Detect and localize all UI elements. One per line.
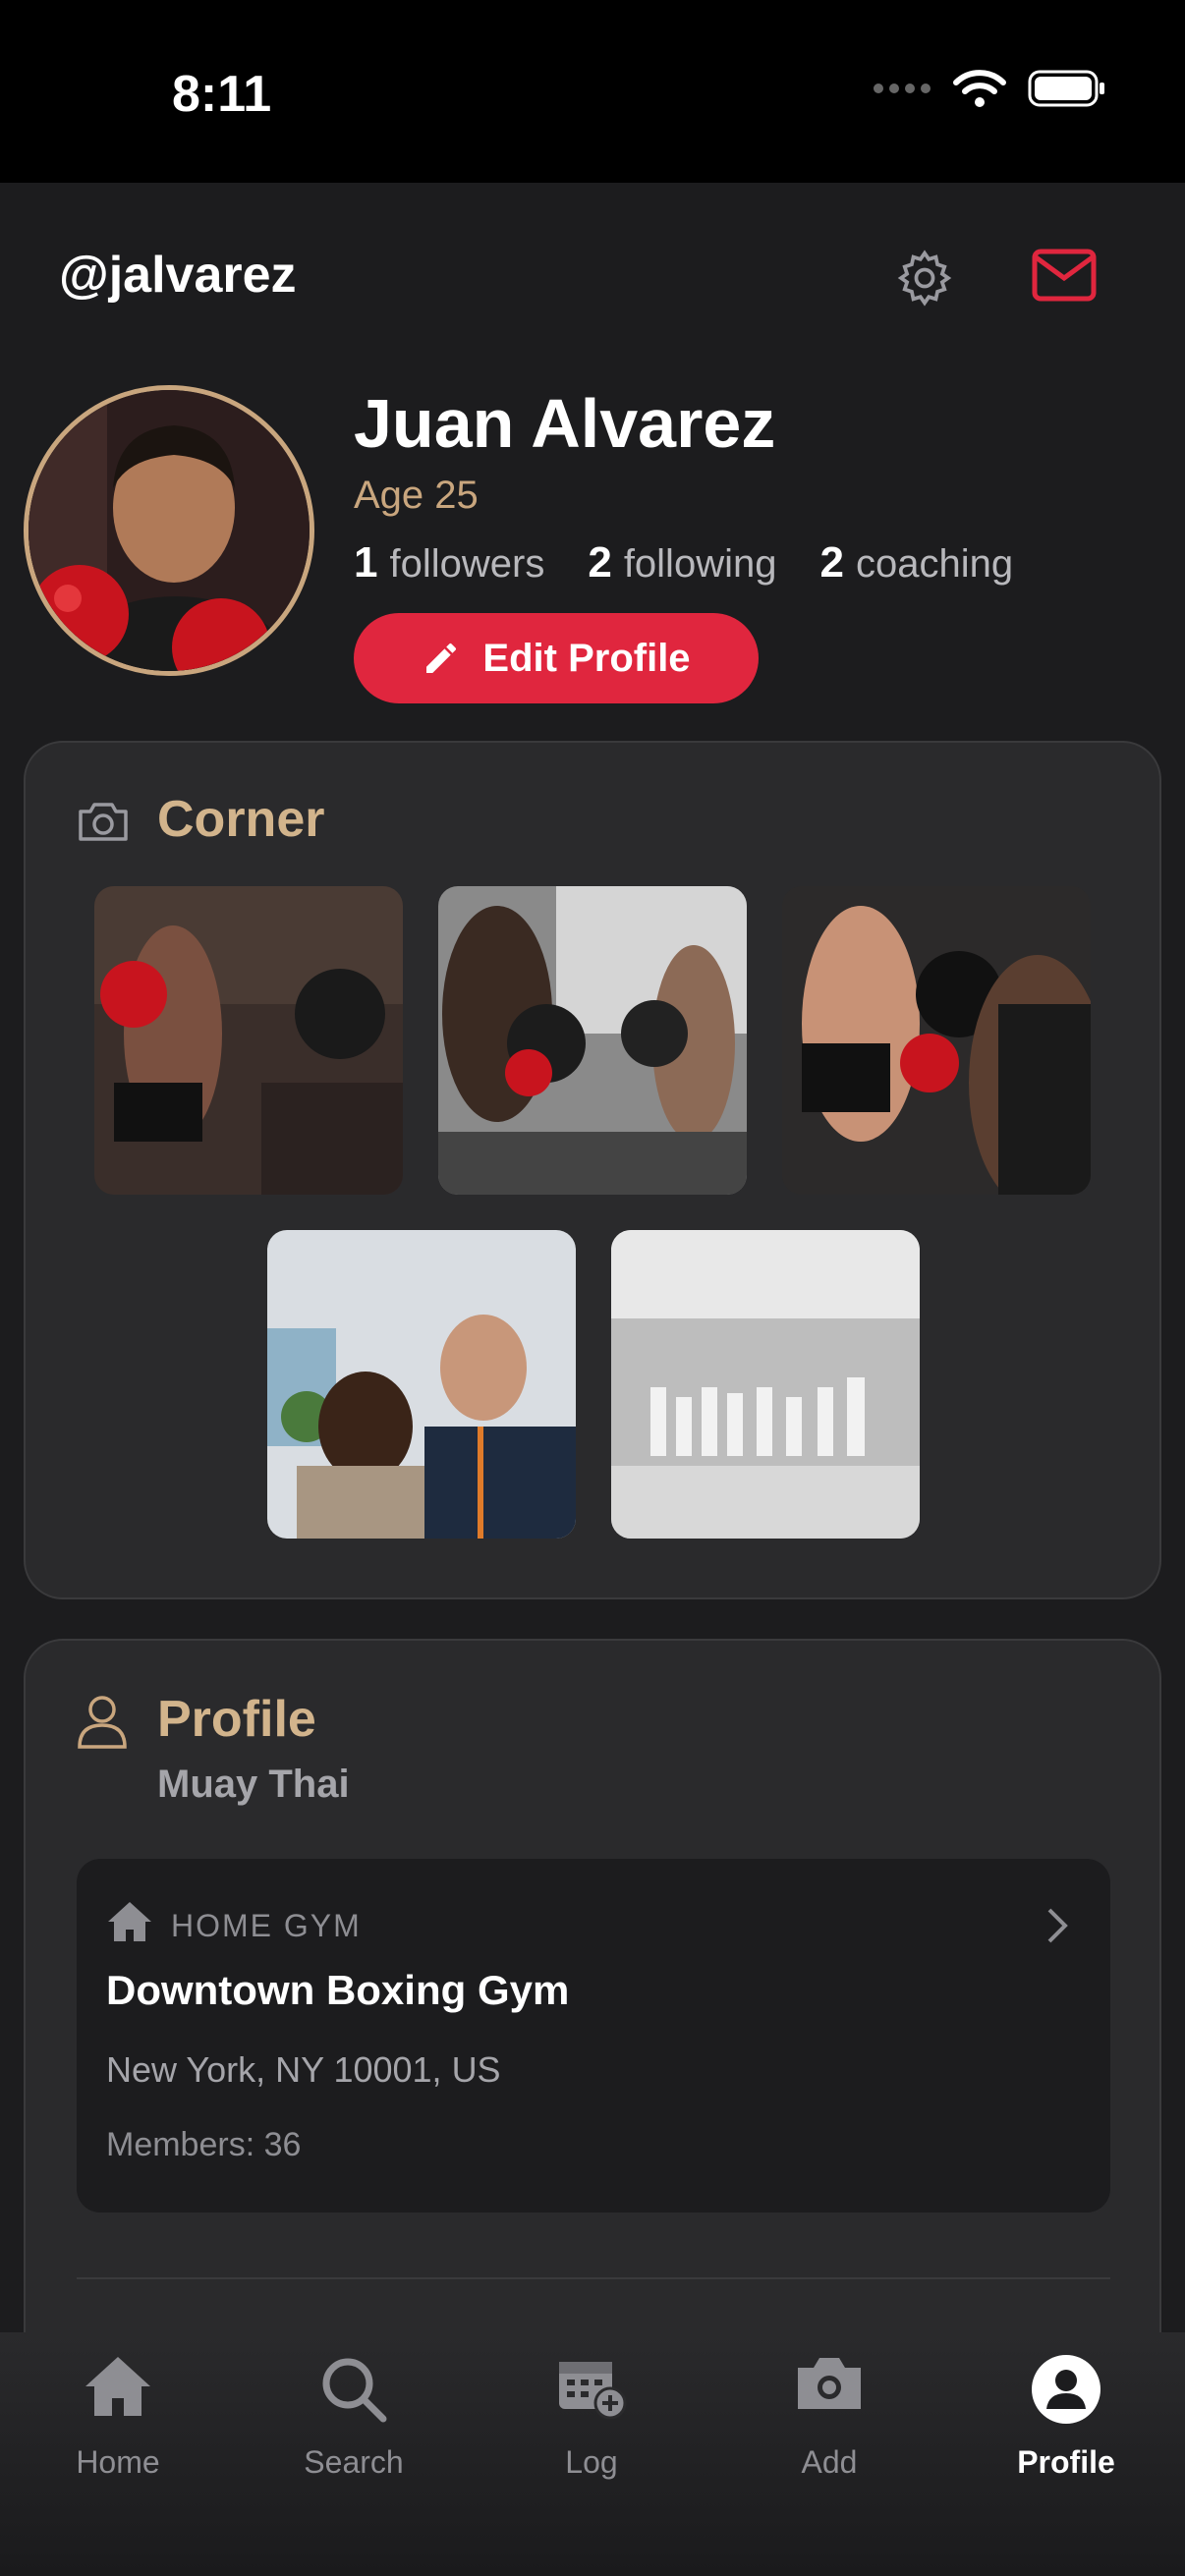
home-gym-card[interactable]: HOME GYM Downtown Boxing Gym New York, N… — [77, 1859, 1110, 2212]
edit-profile-button[interactable]: Edit Profile — [354, 613, 759, 703]
stat-following[interactable]: 2 following — [588, 538, 776, 588]
profile-card: Profile Muay Thai HOME GYM Downtown Boxi… — [24, 1639, 1161, 2332]
inbox-button[interactable] — [1030, 246, 1099, 305]
home-gym-name: Downtown Boxing Gym — [106, 1967, 570, 2013]
home-gym-label: HOME GYM — [171, 1908, 362, 1943]
search-icon — [322, 2358, 387, 2423]
person-circle-icon — [1032, 2355, 1100, 2424]
stat-followers[interactable]: 1 followers — [354, 538, 544, 588]
tab-profile[interactable]: Profile — [968, 2332, 1164, 2499]
status-icons — [873, 69, 1106, 108]
corner-card: Corner — [24, 741, 1161, 1599]
cellular-icon — [874, 84, 931, 93]
tab-add[interactable]: Add — [731, 2332, 928, 2499]
corner-photo-5[interactable] — [611, 1230, 920, 1539]
corner-photo-1[interactable] — [94, 886, 403, 1195]
corner-photo-2[interactable] — [438, 886, 747, 1195]
corner-photo-3[interactable] — [782, 886, 1091, 1195]
home-gym-address: New York, NY 10001, US — [106, 2049, 501, 2090]
pencil-icon — [426, 643, 457, 673]
edit-profile-label: Edit Profile — [482, 636, 691, 680]
profile-title: Profile — [157, 1691, 316, 1748]
tab-home[interactable]: Home — [20, 2332, 216, 2499]
tab-bar: Home Search Log Add Profile — [0, 2332, 1185, 2576]
tab-log[interactable]: Log — [493, 2332, 690, 2499]
stat-coaching[interactable]: 2 coaching — [819, 538, 1013, 588]
camera-icon — [798, 2358, 861, 2409]
person-icon — [78, 1696, 127, 1749]
status-time: 8:11 — [172, 66, 272, 123]
profile-stats: 1 followers 2 following 2 coaching — [354, 538, 1013, 588]
corner-title: Corner — [157, 791, 325, 848]
calendar-add-icon — [559, 2362, 627, 2420]
house-icon — [85, 2357, 150, 2416]
discipline: Muay Thai — [157, 1763, 350, 1806]
camera-icon — [79, 803, 128, 841]
divider — [77, 2277, 1110, 2279]
envelope-icon — [1032, 249, 1097, 302]
corner-photo-4[interactable] — [267, 1230, 576, 1539]
gear-icon — [897, 250, 952, 307]
avatar[interactable] — [24, 385, 314, 676]
battery-icon — [1028, 70, 1104, 107]
house-icon — [108, 1902, 151, 1941]
profile-name: Juan Alvarez — [354, 385, 776, 462]
tab-search[interactable]: Search — [255, 2332, 452, 2499]
profile-age: Age 25 — [354, 474, 479, 517]
status-bar: 8:11 — [0, 0, 1185, 183]
home-gym-members: Members: 36 — [106, 2126, 302, 2163]
username-handle: @jalvarez — [59, 247, 297, 304]
wifi-icon — [953, 70, 1006, 107]
profile-screen: @jalvarez Juan Alvarez Age 25 1 followers… — [0, 183, 1185, 2332]
settings-button[interactable] — [890, 244, 959, 312]
chevron-right-icon — [1047, 1908, 1068, 1943]
